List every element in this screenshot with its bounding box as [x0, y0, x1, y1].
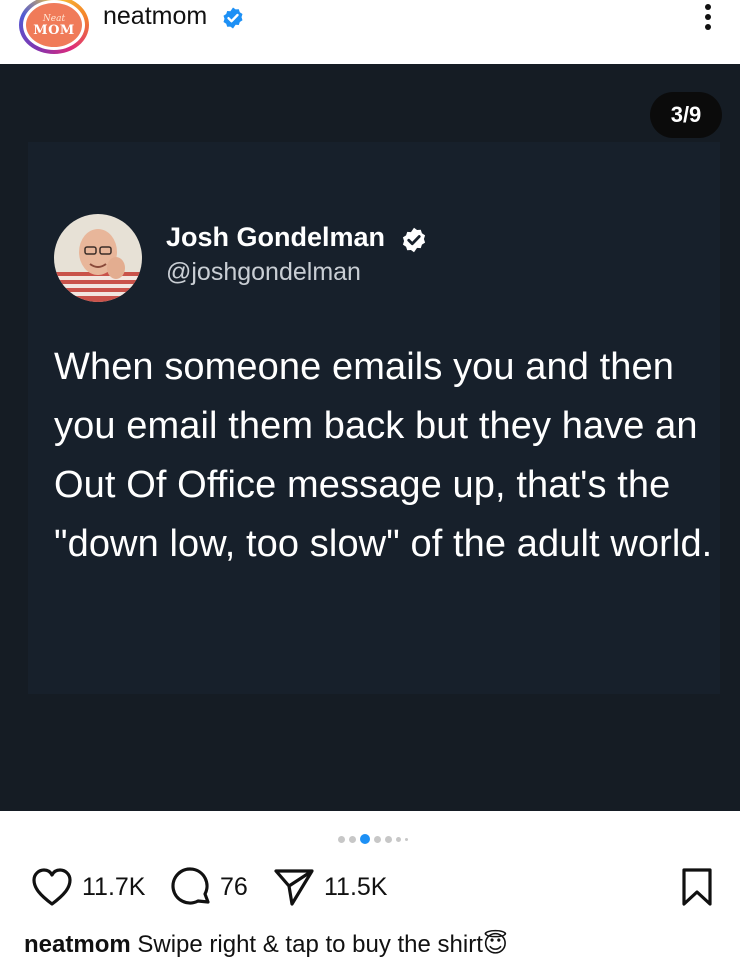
tweet-author-avatar — [54, 214, 142, 302]
like-count: 11.7K — [82, 873, 146, 901]
comment-count: 76 — [220, 873, 248, 901]
like-heart-icon[interactable] — [30, 866, 74, 908]
neatmom-logo: Neat MOM — [26, 3, 82, 47]
caption-username[interactable]: neatmom — [24, 931, 131, 958]
halo-emoji-icon: 😇 — [482, 931, 508, 958]
tweet-author-handle: @joshgondelman — [166, 258, 361, 286]
carousel-counter: 3/9 — [650, 92, 722, 138]
verified-badge-icon — [223, 7, 243, 29]
tweet-screenshot: Josh Gondelman @joshgondelman When someo… — [28, 142, 720, 694]
share-count: 11.5K — [324, 873, 388, 901]
carousel-dot — [385, 835, 392, 843]
profile-avatar[interactable]: Neat MOM — [19, 0, 89, 54]
tweet-author-name: Josh Gondelman — [166, 222, 386, 252]
carousel-dots — [338, 833, 408, 845]
logo-brand: MOM — [33, 22, 75, 38]
carousel-dot — [349, 835, 356, 843]
share-send-icon[interactable] — [272, 866, 316, 908]
carousel-dot — [338, 835, 345, 843]
tweet-verified-icon — [402, 227, 426, 253]
save-bookmark-icon[interactable] — [680, 866, 714, 908]
carousel-dot — [374, 835, 381, 843]
post-caption: neatmom Swipe right & tap to buy the shi… — [24, 930, 508, 959]
carousel-dot-active — [360, 834, 370, 844]
comment-icon[interactable] — [170, 866, 214, 910]
more-options-icon[interactable] — [698, 2, 718, 34]
post-image[interactable]: 3/9 Josh Gondelman @joshgondelman When s… — [0, 64, 740, 811]
caption-text: Swipe right & tap to buy the shirt — [137, 931, 483, 958]
header-username[interactable]: neatmom — [103, 2, 207, 31]
tweet-text: When someone emails you and then you ema… — [54, 346, 713, 565]
post-actions: 11.7K 76 11.5K — [0, 866, 740, 916]
carousel-dot — [405, 837, 408, 841]
carousel-dot — [396, 836, 401, 842]
post-header: Neat MOM neatmom — [0, 0, 740, 64]
